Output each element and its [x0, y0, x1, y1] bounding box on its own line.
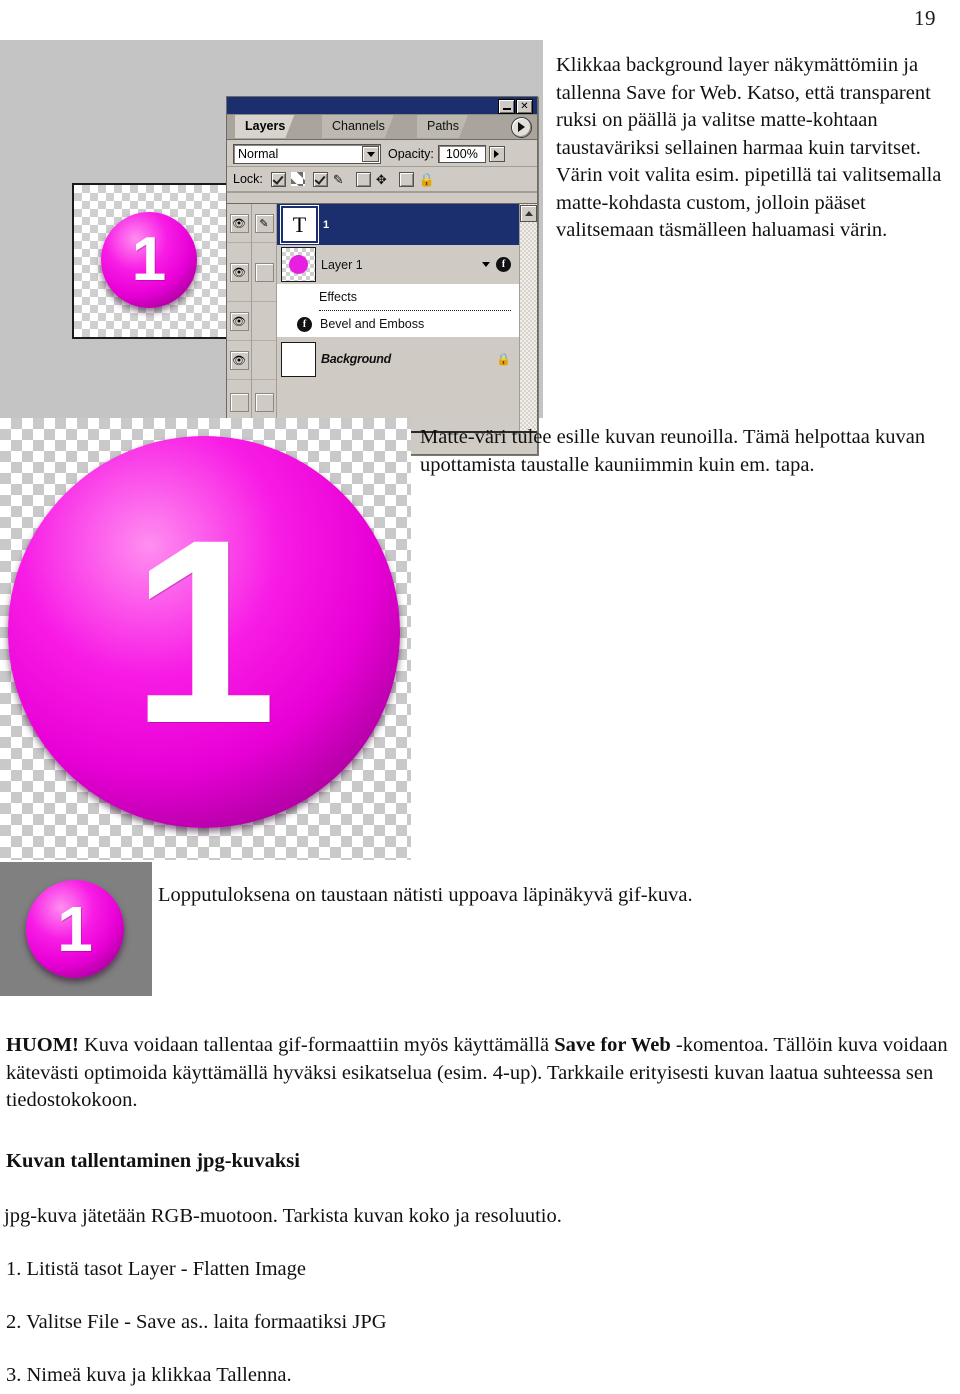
paragraph-jpg: jpg-kuva jätetään RGB-muotoon. Tarkista … — [4, 1205, 562, 1227]
effect-item-bevel-and-emboss[interactable]: f Bevel and Emboss — [277, 311, 519, 337]
lock-icon: 🔒 — [496, 352, 511, 366]
layer-name: 1 — [323, 218, 330, 231]
opacity-label: Opacity: — [388, 147, 434, 161]
link-cell — [252, 243, 276, 302]
paragraph-result: Lopputuloksena on taustaan nätisti uppoa… — [158, 884, 693, 906]
scroll-up-icon[interactable] — [520, 205, 537, 222]
eye-icon[interactable]: 👁 — [229, 350, 249, 370]
visibility-cell: 👁 — [227, 204, 251, 243]
effects-panel: Effects f Bevel and Emboss — [277, 284, 519, 337]
paragraph-top: Klikkaa background layer näkymättömiin j… — [556, 54, 942, 241]
palette-menu-icon[interactable] — [511, 117, 532, 138]
minimize-icon[interactable] — [498, 99, 515, 114]
magenta-button-graphic-large: 1 — [8, 436, 400, 828]
button-digit: 1 — [131, 485, 277, 778]
layer-thumbnail-background[interactable] — [281, 341, 316, 377]
text-layer-t-icon: T — [292, 211, 307, 237]
link-column: ✎ — [252, 204, 277, 432]
lock-transparency-checkbox[interactable] — [270, 171, 286, 187]
expand-effects-chevron-icon[interactable] — [482, 262, 490, 267]
magenta-button-graphic-small: 1 — [26, 880, 124, 978]
lock-label: Lock: — [233, 172, 263, 186]
layer-thumbnail-text[interactable]: T — [280, 205, 319, 244]
brush-icon[interactable]: ✎ — [254, 213, 274, 233]
transparent-gif-preview: 1 — [0, 418, 411, 860]
opacity-input[interactable]: 100% — [437, 145, 486, 163]
link-icon-off[interactable] — [254, 262, 274, 282]
layer-row-image[interactable]: Layer 1 f — [277, 245, 519, 284]
photoshop-screenshot-top: 1 ✕ Layers Channels Paths Normal Opacity… — [0, 40, 543, 455]
layers-palette: ✕ Layers Channels Paths Normal Opacity: … — [226, 96, 538, 455]
layer-name: Layer 1 — [321, 257, 363, 272]
move-icon: ✥ — [375, 171, 387, 187]
heading-jpg-saving: Kuvan tallentaminen jpg-kuvaksi — [6, 1150, 300, 1172]
page-number: 19 — [914, 6, 936, 30]
link-cell — [252, 302, 276, 341]
huom-text-1: Kuva voidaan tallentaa gif-formaattiin m… — [78, 1034, 555, 1056]
lock-all-checkbox[interactable] — [398, 171, 414, 187]
layers-list: 👁 👁 👁 👁 ✎ T 1 Layer 1 f Effects f Bevel … — [227, 203, 537, 432]
button-digit: 1 — [131, 225, 167, 294]
link-icon-off[interactable] — [254, 392, 274, 412]
eye-icon[interactable]: 👁 — [229, 311, 249, 331]
opacity-chevron-icon[interactable] — [488, 146, 505, 162]
tab-paths[interactable]: Paths — [417, 115, 468, 138]
tab-layers[interactable]: Layers — [235, 115, 294, 138]
paragraph-huom: HUOM! Kuva voidaan tallentaa gif-formaat… — [6, 1032, 952, 1115]
magenta-button-graphic: 1 — [101, 212, 197, 308]
effects-fx-icon: f — [297, 316, 312, 332]
step-3: 3. Nimeä kuva ja klikkaa Tallenna. — [6, 1364, 292, 1386]
layer-name: Background — [321, 352, 391, 366]
document-canvas-window: 1 — [72, 183, 228, 339]
lock-icon: 🔒 — [418, 171, 436, 187]
lock-row: Lock: ✎ ✥ 🔒 — [227, 167, 537, 193]
layer-thumbnail-image[interactable] — [281, 247, 316, 282]
link-cell — [252, 341, 276, 380]
palette-tabs: Layers Channels Paths — [227, 115, 537, 140]
step-1: 1. Litistä tasot Layer - Flatten Image — [6, 1258, 307, 1280]
palette-titlebar: ✕ — [227, 97, 537, 115]
eye-icon[interactable]: 👁 — [229, 213, 249, 233]
blend-mode-row: Normal Opacity: 100% — [227, 140, 537, 167]
save-for-web-label: Save for Web — [554, 1034, 671, 1056]
transparency-icon — [290, 172, 305, 186]
layer-row-text[interactable]: T 1 — [277, 204, 519, 245]
effects-header[interactable]: Effects — [277, 284, 519, 310]
blend-mode-select[interactable]: Normal — [233, 144, 381, 164]
visibility-cell: 👁 — [227, 243, 251, 302]
step-2: 2. Valitse File - Save as.. laita formaa… — [6, 1311, 387, 1333]
close-icon[interactable]: ✕ — [516, 99, 533, 114]
tab-channels[interactable]: Channels — [322, 115, 394, 138]
visibility-cell: 👁 — [227, 341, 251, 380]
matte-result-preview: 1 — [0, 862, 152, 996]
effects-fx-icon[interactable]: f — [496, 257, 511, 272]
link-cell: ✎ — [252, 204, 276, 243]
huom-label: HUOM! — [6, 1034, 79, 1056]
lock-position-checkbox[interactable] — [355, 171, 371, 187]
layers-scrollbar[interactable] — [519, 204, 537, 432]
visibility-column: 👁 👁 👁 👁 — [227, 204, 252, 432]
paragraph-matte: Matte-väri tulee esille kuvan reunoilla.… — [420, 426, 926, 476]
lock-image-checkbox[interactable] — [312, 171, 328, 187]
button-digit: 1 — [57, 893, 93, 965]
eye-icon[interactable]: 👁 — [229, 262, 249, 282]
visibility-cell: 👁 — [227, 302, 251, 341]
layer-row-background[interactable]: Background 🔒 — [277, 337, 519, 381]
magenta-circle-icon — [289, 255, 308, 274]
brush-icon: ✎ — [332, 171, 344, 187]
tutorial-page: 19 1 ✕ Layers Channels Paths Normal Opac… — [0, 0, 960, 1394]
layer-rows: T 1 Layer 1 f Effects f Bevel and Emboss… — [277, 204, 519, 432]
chevron-down-icon[interactable] — [362, 146, 379, 162]
effect-label: Bevel and Emboss — [320, 317, 425, 331]
eye-icon-off[interactable] — [229, 392, 249, 412]
blend-mode-value: Normal — [238, 147, 279, 161]
